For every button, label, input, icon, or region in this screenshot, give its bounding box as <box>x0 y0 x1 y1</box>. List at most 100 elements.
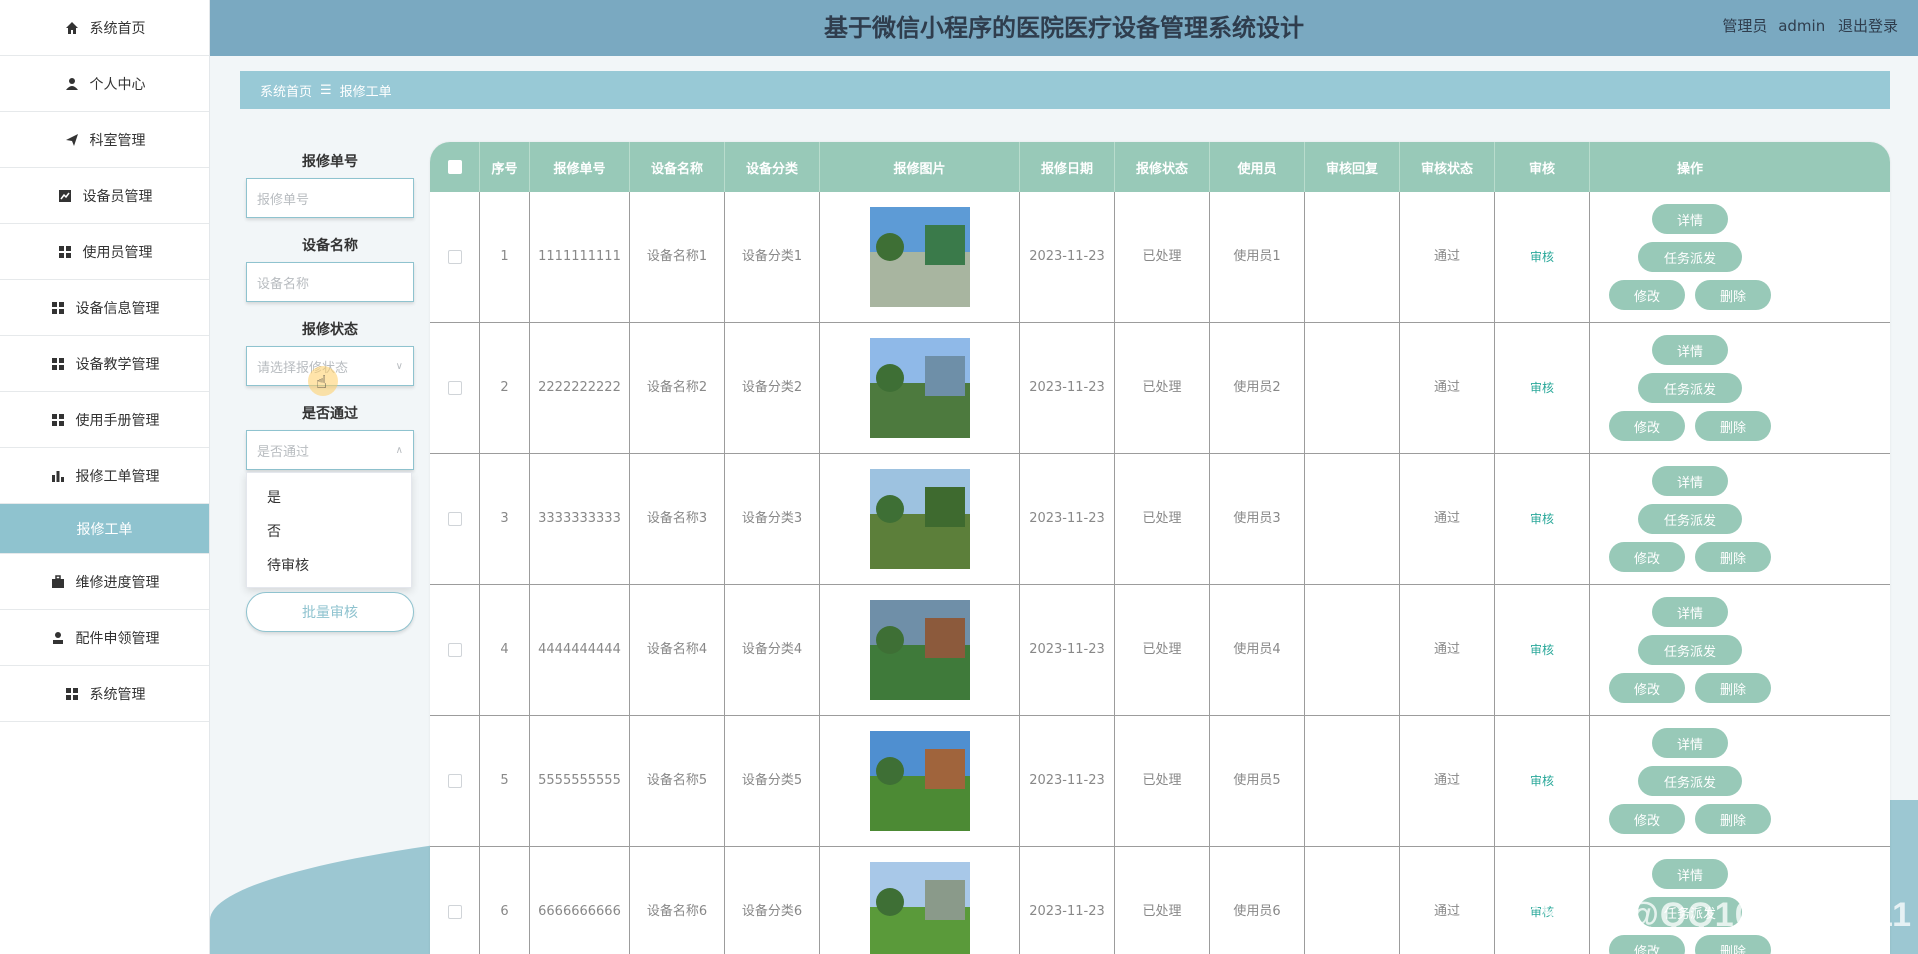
batch-audit-button[interactable]: 批量审核 <box>246 592 414 632</box>
sidebar: 系统首页 个人中心 科室管理 设备员管理 使用员管理 设备信息管理 设备教学管理… <box>0 0 210 954</box>
edit-button[interactable]: 修改 <box>1609 411 1685 441</box>
detail-button[interactable]: 详情 <box>1652 335 1728 365</box>
edit-button[interactable]: 修改 <box>1609 804 1685 834</box>
edit-button[interactable]: 修改 <box>1609 935 1685 954</box>
order-no-label: 报修单号 <box>302 154 358 170</box>
row-select-cell <box>430 585 480 715</box>
row-checkbox[interactable] <box>447 512 462 526</box>
cell-order-no: 4444444444 <box>530 585 630 715</box>
repair-photo[interactable] <box>869 600 970 700</box>
sidebar-item-device-info[interactable]: 设备信息管理 <box>0 280 209 336</box>
cell-audit: 审核 <box>1495 323 1590 453</box>
audit-link[interactable]: 审核 <box>1530 639 1554 661</box>
cell-audit-status: 通过 <box>1400 454 1495 584</box>
user-role: 管理员 <box>1722 17 1768 35</box>
cell-audit-status: 通过 <box>1400 585 1495 715</box>
detail-button[interactable]: 详情 <box>1652 204 1728 234</box>
user-icon <box>50 630 66 646</box>
delete-button[interactable]: 删除 <box>1695 804 1771 834</box>
cell-device-category: 设备分类6 <box>725 847 820 954</box>
audit-link[interactable]: 审核 <box>1530 770 1554 792</box>
repair-photo[interactable] <box>869 469 970 569</box>
select-all-checkbox[interactable] <box>447 160 462 174</box>
repair-order-table: 序号 报修单号 设备名称 设备分类 报修图片 报修日期 报修状态 使用员 审核回… <box>430 142 1890 954</box>
sidebar-item-home[interactable]: 系统首页 <box>0 0 209 56</box>
detail-button[interactable]: 详情 <box>1652 466 1728 496</box>
logout-link[interactable]: 退出登录 <box>1838 17 1898 35</box>
edit-button[interactable]: 修改 <box>1609 673 1685 703</box>
detail-button[interactable]: 详情 <box>1652 597 1728 627</box>
cell-user: 使用员4 <box>1210 585 1305 715</box>
hand-cursor-icon: ☝ <box>316 372 327 393</box>
sidebar-item-department[interactable]: 科室管理 <box>0 112 209 168</box>
dispatch-button[interactable]: 任务派发 <box>1638 635 1742 665</box>
approved-dropdown: 是 否 待审核 <box>246 472 412 588</box>
dropdown-option[interactable]: 是 <box>247 481 411 515</box>
dispatch-button[interactable]: 任务派发 <box>1638 766 1742 796</box>
sidebar-item-manual[interactable]: 使用手册管理 <box>0 392 209 448</box>
cell-repair-status: 已处理 <box>1115 585 1210 715</box>
delete-button[interactable]: 删除 <box>1695 280 1771 310</box>
audit-link[interactable]: 审核 <box>1530 377 1554 399</box>
dispatch-button[interactable]: 任务派发 <box>1638 504 1742 534</box>
audit-link[interactable]: 审核 <box>1530 246 1554 268</box>
delete-button[interactable]: 删除 <box>1695 673 1771 703</box>
row-checkbox[interactable] <box>447 381 462 395</box>
repair-photo[interactable] <box>869 207 970 307</box>
dropdown-option[interactable]: 否 <box>247 515 411 549</box>
row-checkbox[interactable] <box>447 774 462 788</box>
cell-no: 3 <box>480 454 530 584</box>
username: admin <box>1778 17 1826 35</box>
sidebar-item-device-teaching[interactable]: 设备教学管理 <box>0 336 209 392</box>
bar-chart-icon <box>50 468 66 484</box>
row-select-cell <box>430 454 480 584</box>
row-checkbox[interactable] <box>447 250 462 264</box>
approved-select[interactable]: 是否通过 ∧ <box>246 430 414 470</box>
watermark: CSDN @QQ1039692211 <box>1514 896 1912 934</box>
sidebar-item-label: 维修进度管理 <box>75 574 160 591</box>
column-header: 序号 <box>480 142 530 192</box>
detail-button[interactable]: 详情 <box>1652 728 1728 758</box>
cell-repair-date: 2023-11-23 <box>1020 192 1115 322</box>
cell-no: 4 <box>480 585 530 715</box>
delete-button[interactable]: 删除 <box>1695 411 1771 441</box>
delete-button[interactable]: 删除 <box>1695 542 1771 572</box>
breadcrumb-separator-icon: ☰ <box>320 82 332 98</box>
order-no-input[interactable]: 报修单号 <box>246 178 414 218</box>
sidebar-item-repair-progress[interactable]: 维修进度管理 <box>0 554 209 610</box>
edit-button[interactable]: 修改 <box>1609 542 1685 572</box>
row-checkbox[interactable] <box>447 643 462 657</box>
row-select-cell <box>430 847 480 954</box>
cell-device-category: 设备分类2 <box>725 323 820 453</box>
sidebar-item-repair-order[interactable]: 报修工单 <box>0 504 209 554</box>
repair-photo[interactable] <box>869 862 970 954</box>
cell-order-no: 2222222222 <box>530 323 630 453</box>
chevron-down-icon: ∨ <box>395 360 403 372</box>
device-name-input[interactable]: 设备名称 <box>246 262 414 302</box>
cell-audit: 审核 <box>1495 716 1590 846</box>
dispatch-button[interactable]: 任务派发 <box>1638 242 1742 272</box>
row-checkbox[interactable] <box>447 905 462 919</box>
device-name-placeholder: 设备名称 <box>257 276 310 292</box>
cell-audit-status: 通过 <box>1400 323 1495 453</box>
sidebar-item-repair-order-mgmt[interactable]: 报修工单管理 <box>0 448 209 504</box>
edit-button[interactable]: 修改 <box>1609 280 1685 310</box>
cell-repair-date: 2023-11-23 <box>1020 847 1115 954</box>
delete-button[interactable]: 删除 <box>1695 935 1771 954</box>
cell-repair-status: 已处理 <box>1115 323 1210 453</box>
sidebar-item-user-staff[interactable]: 使用员管理 <box>0 224 209 280</box>
cell-device-name: 设备名称3 <box>630 454 725 584</box>
dispatch-button[interactable]: 任务派发 <box>1638 373 1742 403</box>
sidebar-item-personal[interactable]: 个人中心 <box>0 56 209 112</box>
repair-status-label: 报修状态 <box>302 322 358 338</box>
repair-photo[interactable] <box>869 338 970 438</box>
dropdown-option[interactable]: 待审核 <box>247 549 411 583</box>
sidebar-item-device-staff[interactable]: 设备员管理 <box>0 168 209 224</box>
detail-button[interactable]: 详情 <box>1652 859 1728 889</box>
breadcrumb-home[interactable]: 系统首页 <box>260 81 312 100</box>
repair-photo[interactable] <box>869 731 970 831</box>
table-row: 1 1111111111 设备名称1 设备分类1 2023-11-23 已处理 … <box>430 192 1890 323</box>
sidebar-item-system[interactable]: 系统管理 <box>0 666 209 722</box>
sidebar-item-parts-request[interactable]: 配件申领管理 <box>0 610 209 666</box>
audit-link[interactable]: 审核 <box>1530 508 1554 530</box>
